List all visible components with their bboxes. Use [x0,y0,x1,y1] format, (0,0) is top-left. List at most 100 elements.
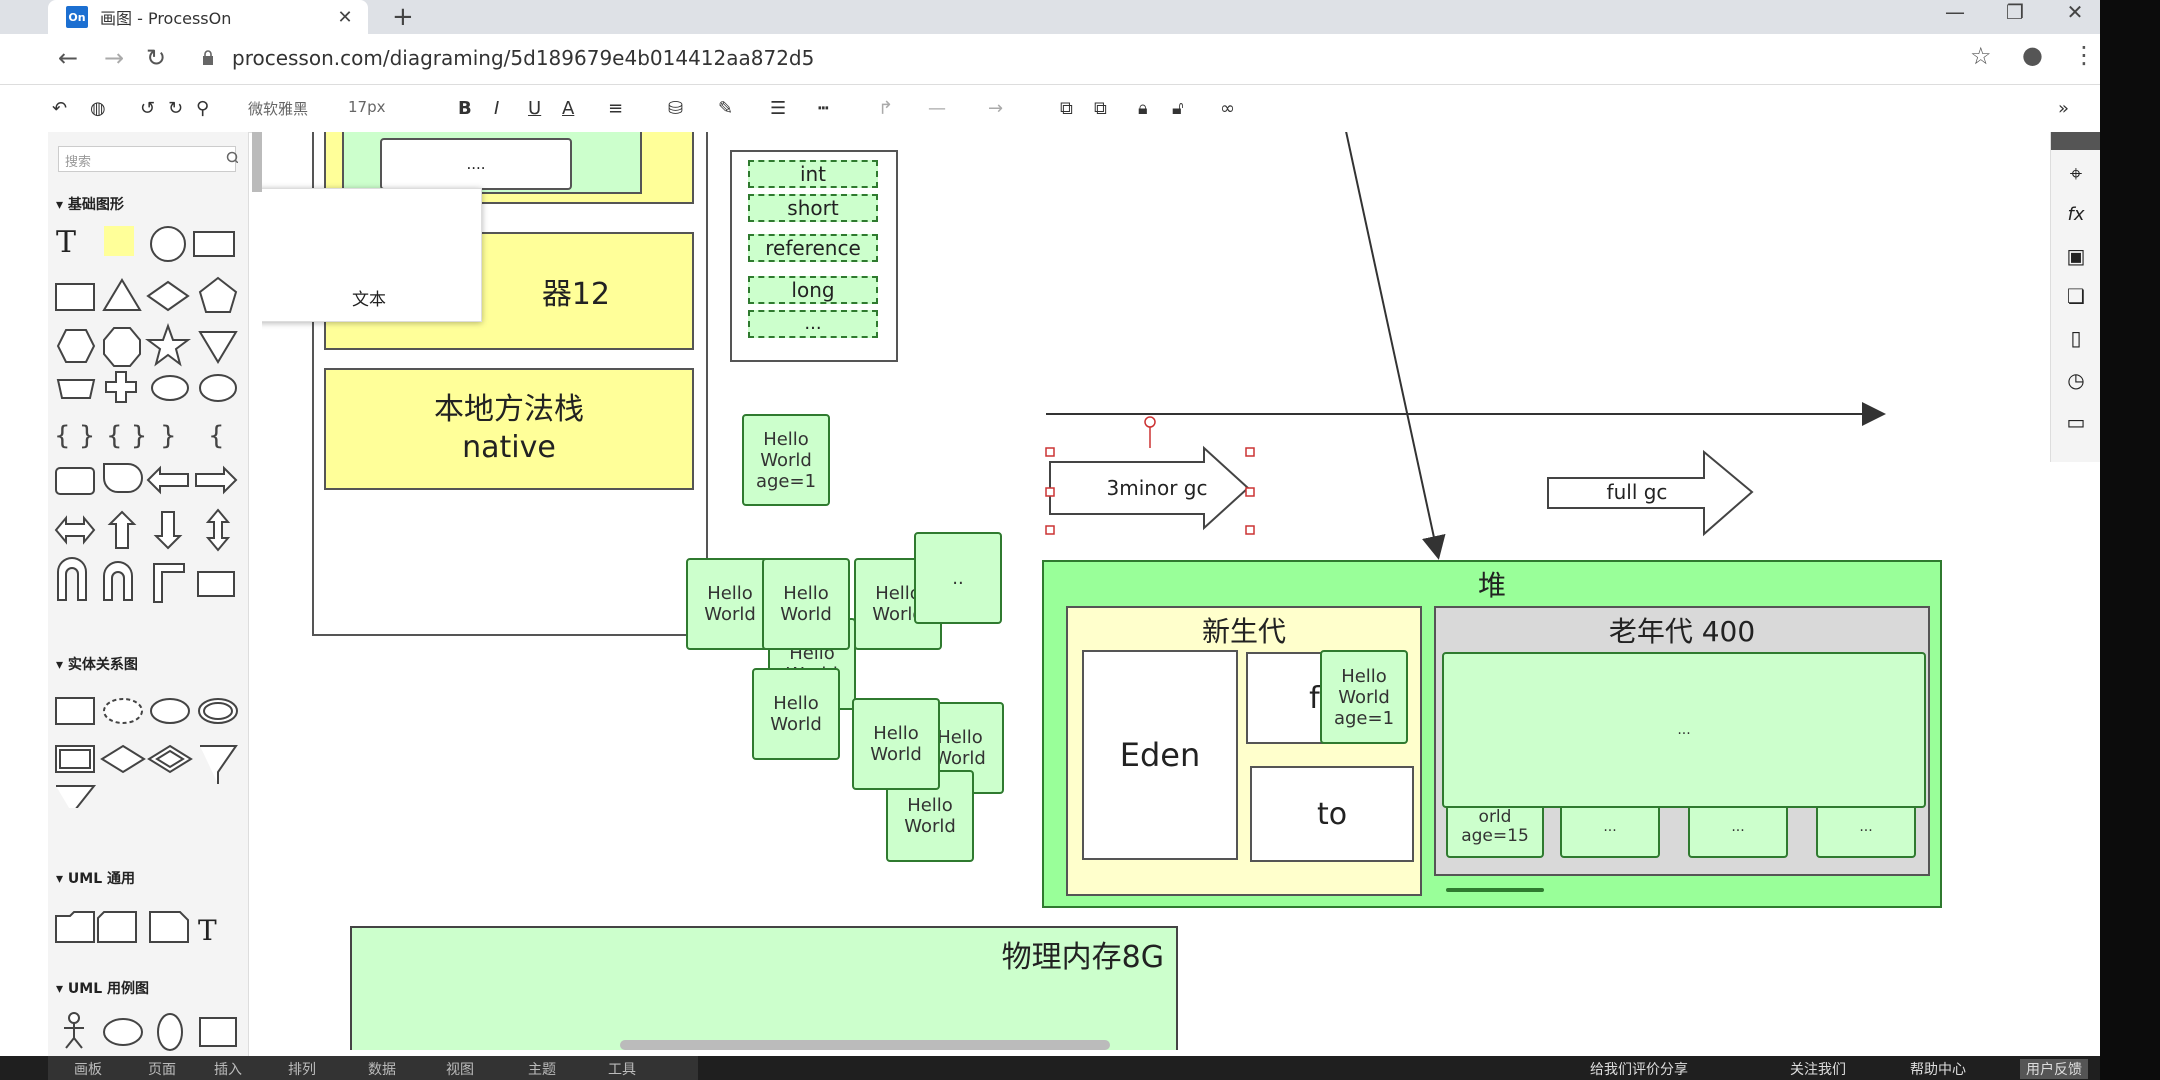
restore-icon[interactable]: ❐ [1995,0,2035,24]
redo-icon[interactable]: ↻ [168,98,183,119]
section-er-diagram[interactable]: ▾ 实体关系图 [56,654,138,674]
svg-text:T: T [56,225,76,260]
heap-label: 堆 [1477,569,1506,602]
fill-color-icon[interactable]: ⛁ [668,98,683,119]
svg-text:}: } [160,421,177,451]
hello-world-object-survivor[interactable]: Hello World age=1 [1320,650,1408,744]
bottom-menu: 画板 页面 插入 排列 数据 视图 主题 工具 [48,1056,698,1080]
menu-item[interactable]: 工具 [608,1059,636,1079]
reload-icon[interactable]: ↻ [146,44,166,72]
physical-memory-box[interactable]: 物理内存8G [350,926,1178,1050]
undo-icon[interactable]: ↺ [140,98,155,119]
connector-icon[interactable]: ↱ [878,98,893,119]
menu-item[interactable]: 插入 [214,1059,242,1079]
rate-share-link[interactable]: 给我们评价分享 [1590,1059,1688,1079]
menu-item[interactable]: 排列 [288,1059,316,1079]
menu-item[interactable]: 画板 [74,1059,102,1079]
window-close-icon[interactable]: ✕ [2055,0,2095,24]
back-icon[interactable]: ← [58,44,78,72]
editor-toolbar: ↶ ◍ ↺ ↻ ⚲ 微软雅黑 17px B I U A ≡ ⛁ ✎ ☰ ┅ ↱ … [48,90,2100,133]
search-icon[interactable] [226,151,238,163]
line-style-icon[interactable]: ┅ [818,98,829,119]
link-icon[interactable]: ∞ [1220,98,1235,119]
lock-shape-icon[interactable]: 🔒︎ [1138,98,1148,119]
full-gc-label: full gc [1606,480,1668,504]
url-field[interactable]: processon.com/diagraming/5d189679e4b0144… [232,46,814,70]
forward-icon[interactable]: → [104,44,124,72]
comment-icon[interactable]: ▭ [2063,410,2089,436]
uml-usecase-shapes[interactable] [48,1008,248,1058]
shape-panel: 搜索 ▾ 基础图形 T {} {}} {▾ 实体关系图 ▾ UML 通用… [48,132,249,1060]
svg-text:T: T [198,914,217,947]
feedback-link[interactable]: 用户反馈 [2020,1059,2088,1079]
physical-memory-label: 物理内存8G [1001,940,1164,975]
send-back-icon[interactable]: ⧉ [1094,98,1107,119]
processon-logo-icon: On [66,6,88,28]
undo-arrow-icon[interactable]: ↶ [52,98,67,119]
font-size-select[interactable]: 17px [348,98,386,116]
history-icon[interactable]: ◷ [2063,368,2089,394]
canvas-horizontal-scrollbar[interactable] [620,1040,1110,1050]
browser-tab[interactable]: On 画图 - ProcessOn ✕ [48,0,368,34]
align-icon[interactable]: ≡ [608,98,623,119]
browser-window: On 画图 - ProcessOn ✕ + — ❐ ✕ ← → ↻ proces… [0,0,2100,1080]
section-uml-usecase[interactable]: ▾ UML 用例图 [56,978,149,998]
old-gen-label: 老年代 400 [1608,615,1756,648]
navigator-icon[interactable]: ⌖ [2063,162,2089,188]
font-color-button[interactable]: A [562,98,574,119]
image-icon[interactable]: ▣ [2063,244,2089,270]
bottom-bar: 画板 页面 插入 排列 数据 视图 主题 工具 给我们评价分享 关注我们 帮助中… [0,1056,2100,1080]
browser-menu-icon[interactable]: ⋮ [2072,41,2096,69]
shape-search-input[interactable]: 搜索 [58,146,236,172]
er-shapes-grid[interactable] [48,688,248,808]
help-center-link[interactable]: 帮助中心 [1910,1059,1966,1079]
line-start-icon[interactable]: — [928,98,946,119]
minimize-icon[interactable]: — [1935,0,1975,24]
svg-text:{: { [208,421,225,451]
browser-titlebar: On 画图 - ProcessOn ✕ + — ❐ ✕ [0,0,2100,34]
eden-box[interactable]: Eden [1082,650,1238,860]
menu-item[interactable]: 主题 [528,1059,556,1079]
format-painter-icon[interactable]: ◍ [90,98,106,119]
page-setup-icon[interactable]: ▯ [2063,326,2089,352]
right-toolbar: ⌖ fx ▣ ❏ ▯ ◷ ▭ [2050,132,2100,462]
line-end-icon[interactable]: → [988,98,1003,119]
collapse-toolbar-icon[interactable]: » [2058,98,2069,119]
formula-icon[interactable]: fx [2063,204,2089,230]
section-uml-general[interactable]: ▾ UML 通用 [56,868,135,888]
minor-gc-label: 3minor gc [1106,476,1208,500]
menu-item[interactable]: 视图 [446,1059,474,1079]
pages-icon[interactable]: ❏ [2063,284,2089,310]
paint-format-icon[interactable]: ⚲ [196,98,209,119]
line-color-icon[interactable]: ✎ [718,98,733,119]
tab-title: 画图 - ProcessOn [100,9,232,28]
menu-item[interactable]: 页面 [148,1059,176,1079]
screen-border [2100,0,2160,1080]
svg-text:{ }: { } [54,421,95,451]
uml-general-shapes[interactable]: T [48,902,248,952]
profile-icon[interactable]: ● [2022,41,2043,69]
old-large-object[interactable]: ... [1442,652,1926,808]
menu-item[interactable]: 数据 [368,1059,396,1079]
line-width-icon[interactable]: ☰ [770,98,786,119]
italic-button[interactable]: I [494,98,499,119]
svg-text:{ }: { } [106,421,147,451]
reference-arrow[interactable] [1344,132,1446,560]
bookmark-star-icon[interactable]: ☆ [1970,42,1992,70]
to-survivor-box[interactable]: to [1250,766,1414,862]
diagram-canvas[interactable]: .... 器12 本地方法栈 native 文本 int short refer… [262,132,2050,1050]
unlock-shape-icon[interactable]: 🔓︎ [1172,98,1184,119]
new-tab-button[interactable]: + [392,2,414,32]
underline-button[interactable]: U [528,98,541,119]
bold-button[interactable]: B [458,98,472,119]
address-bar: ← → ↻ processon.com/diagraming/5d189679e… [0,34,2100,85]
bring-front-icon[interactable]: ⧉ [1060,98,1073,119]
young-gen-label: 新生代 [1201,615,1286,648]
tab-close-icon[interactable]: ✕ [334,7,356,28]
section-basic-shapes[interactable]: ▾ 基础图形 [56,194,124,214]
lock-icon [203,50,213,65]
font-family-select[interactable]: 微软雅黑 [248,98,308,119]
left-margin [0,132,48,1080]
follow-us-link[interactable]: 关注我们 [1790,1059,1846,1079]
panel-scrollbar[interactable] [252,132,262,192]
